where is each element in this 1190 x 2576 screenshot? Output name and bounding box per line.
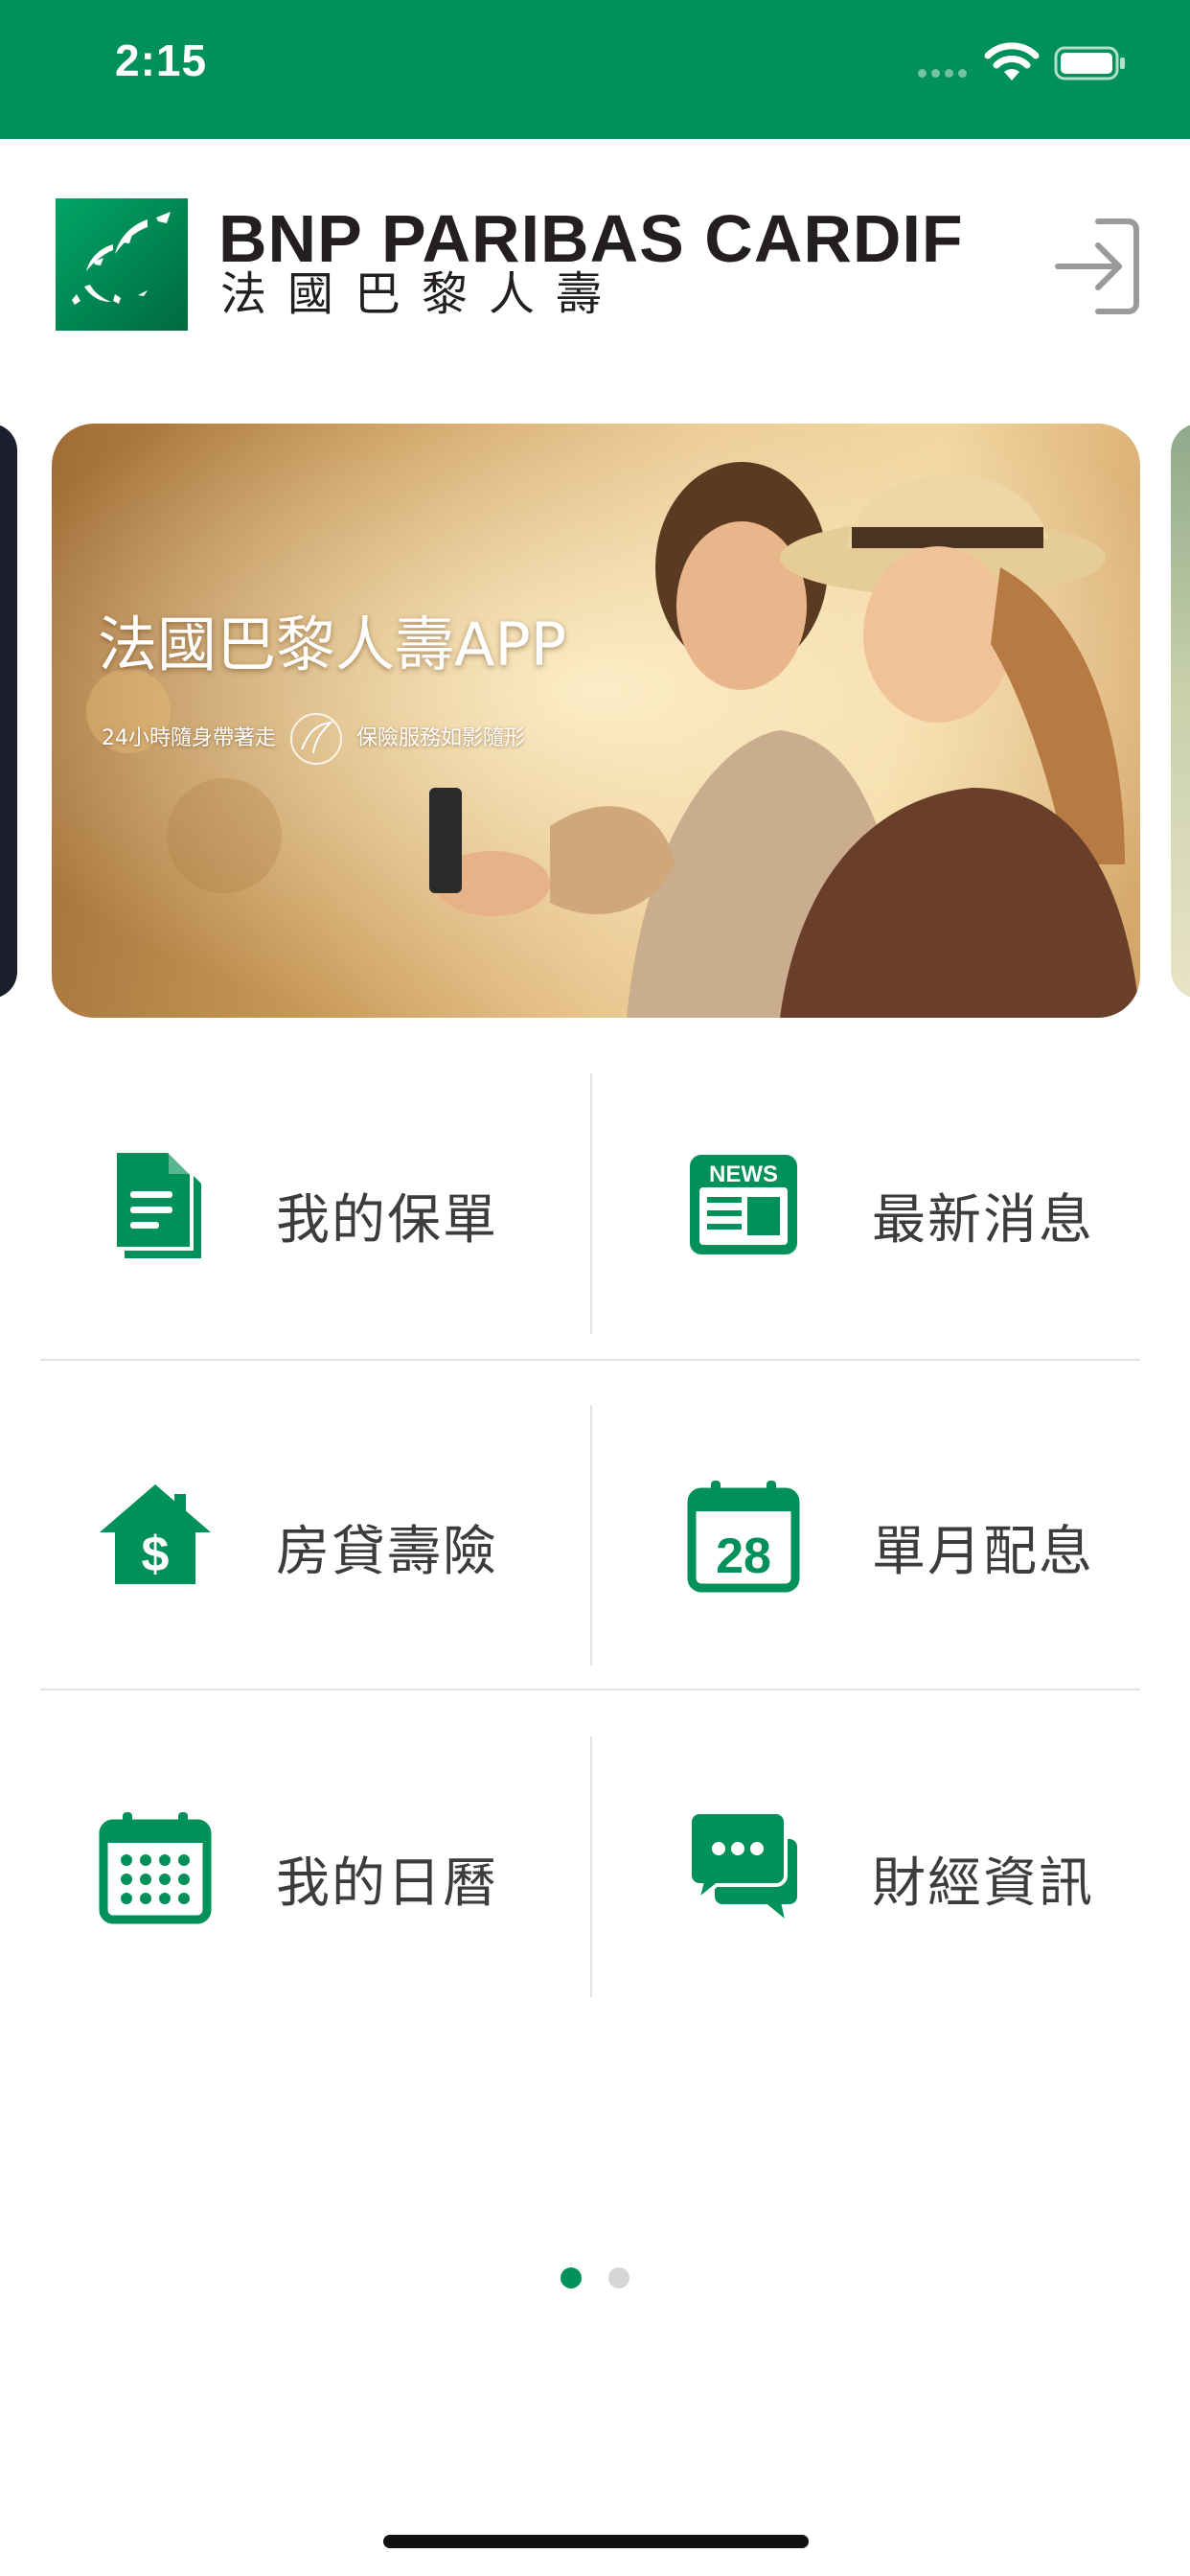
banner-subtitle: 24小時隨身帶著走 保險服務如影隨形 bbox=[102, 711, 525, 767]
menu-label: 最新消息 bbox=[872, 1189, 1094, 1252]
promo-banner[interactable]: 法國巴黎人壽APP 24小時隨身帶著走 保險服務如影隨形 bbox=[52, 424, 1140, 1018]
app-header: BNP PARIBAS CARDIF 法國巴黎人壽 bbox=[0, 139, 1190, 398]
carousel-prev-card[interactable] bbox=[0, 424, 17, 999]
news-icon: NEWS bbox=[690, 1155, 797, 1254]
carousel-next-card[interactable] bbox=[1171, 424, 1190, 999]
banner-subtitle-right: 保險服務如影隨形 bbox=[356, 726, 526, 750]
menu-label: 財經資訊 bbox=[872, 1852, 1094, 1915]
chat-bubbles-icon bbox=[688, 1810, 801, 1927]
page-dot-active[interactable] bbox=[561, 2267, 582, 2288]
home-indicator[interactable] bbox=[383, 2535, 809, 2548]
page-dot[interactable] bbox=[608, 2267, 629, 2288]
menu-latest-news[interactable]: NEWS 最新消息 bbox=[40, 1073, 1140, 1351]
feature-menu-grid: 我的保單 NEWS 最新消息 $ 房貸壽險 28 單月配息 我的日曆 財經資訊 bbox=[40, 1073, 1140, 2003]
banner-title: 法國巴黎人壽APP bbox=[98, 610, 567, 679]
status-time: 2:15 bbox=[115, 35, 208, 85]
menu-divider bbox=[40, 1689, 1140, 1690]
news-icon-text: NEWS bbox=[709, 1162, 778, 1187]
status-bar: 2:15 bbox=[0, 0, 1190, 139]
menu-divider bbox=[40, 1359, 1140, 1361]
battery-icon bbox=[1054, 46, 1125, 80]
menu-monthly-dividend[interactable]: 28 單月配息 bbox=[40, 1405, 1140, 1683]
bnp-stars-logo-icon bbox=[56, 198, 188, 331]
cellular-signal-icon bbox=[918, 63, 972, 81]
menu-label: 單月配息 bbox=[872, 1521, 1094, 1583]
banner-subtitle-left: 24小時隨身帶著走 bbox=[102, 726, 276, 750]
signature-logo-icon bbox=[290, 713, 342, 765]
calendar-day: 28 bbox=[716, 1529, 771, 1584]
wifi-icon bbox=[984, 42, 1040, 80]
menu-financial-news[interactable]: 財經資訊 bbox=[40, 1736, 1140, 2014]
brand-name-zh: 法國巴黎人壽 bbox=[220, 267, 624, 321]
page-indicator bbox=[0, 2267, 1190, 2292]
login-arrow-icon[interactable] bbox=[1052, 214, 1142, 319]
calendar-28-icon: 28 bbox=[687, 1481, 800, 1593]
